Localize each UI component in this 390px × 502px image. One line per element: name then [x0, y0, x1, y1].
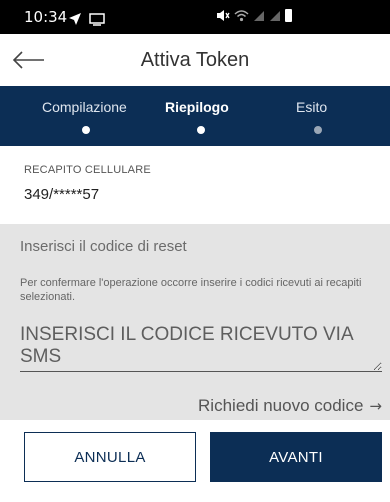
reset-code-panel: Inserisci il codice di reset Per conferm… — [0, 224, 390, 420]
app-bar: Attiva Token — [0, 34, 390, 86]
page-title: Attiva Token — [140, 49, 250, 71]
navigation-icon — [69, 12, 81, 25]
status-bar: 10:34 — [0, 0, 390, 34]
arrow-right-icon: → — [369, 397, 382, 415]
status-left-icons — [68, 10, 106, 28]
step-esito: Esito — [296, 99, 328, 115]
step-esito-dot — [314, 126, 322, 134]
sms-code-input[interactable] — [20, 324, 382, 372]
reset-code-description: Per confermare l'operazione occorre inse… — [20, 277, 362, 303]
step-riepilogo-dot — [197, 126, 205, 134]
signal-icon — [254, 10, 264, 21]
mute-icon — [217, 10, 230, 21]
progress-stepper: Compilazione Riepilogo Esito — [0, 86, 390, 146]
battery-icon — [285, 9, 292, 22]
resend-code-label: Richiedi nuovo codice — [198, 396, 364, 415]
cancel-button[interactable]: ANNULLA — [24, 432, 196, 482]
next-button[interactable]: AVANTI — [210, 432, 382, 482]
step-compilazione-dot — [82, 126, 90, 134]
step-compilazione: Compilazione — [42, 99, 127, 115]
step-riepilogo: Riepilogo — [165, 99, 229, 115]
status-right-icons — [216, 9, 292, 22]
cast-icon — [89, 13, 106, 26]
signal-icon — [270, 10, 280, 21]
status-time: 10:34 — [24, 8, 68, 26]
contact-label: RECAPITO CELLULARE — [24, 164, 151, 176]
wifi-icon — [234, 10, 249, 22]
resend-code-link[interactable]: Richiedi nuovo codice → — [198, 396, 382, 416]
reset-code-title: Inserisci il codice di reset — [20, 238, 187, 255]
contact-phone-value: 349/*****57 — [24, 186, 100, 203]
